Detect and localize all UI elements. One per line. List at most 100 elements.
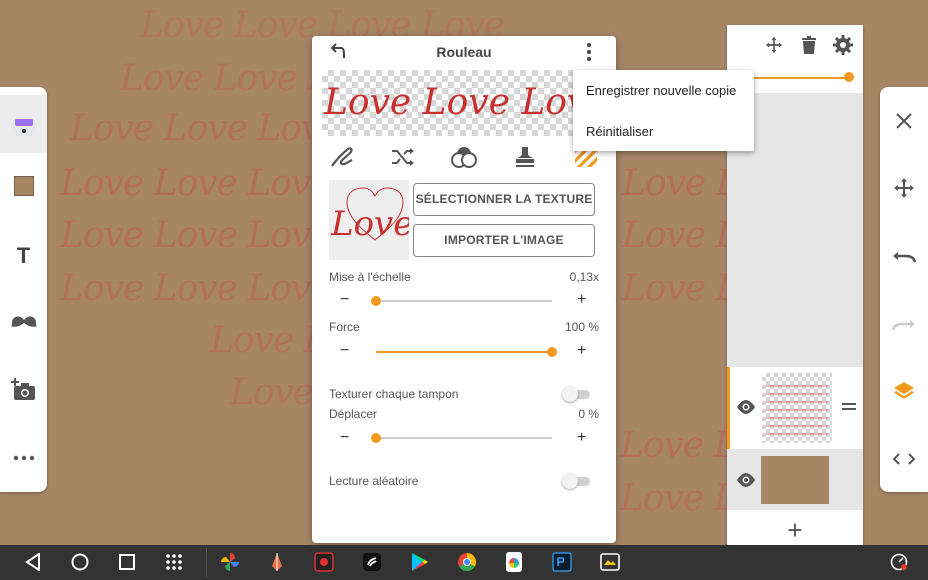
close-icon bbox=[896, 113, 912, 129]
mustache-icon bbox=[10, 316, 37, 327]
color-wheel-icon bbox=[506, 552, 522, 572]
color-app[interactable] bbox=[502, 551, 526, 573]
nav-back-button[interactable] bbox=[21, 551, 45, 573]
menu-item-reset[interactable]: Réinitialiser bbox=[586, 124, 653, 139]
force-slider-track[interactable] bbox=[376, 351, 552, 353]
scale-value: 0,13x bbox=[569, 270, 599, 284]
more-vertical-icon[interactable] bbox=[580, 42, 598, 62]
color-swatch bbox=[13, 176, 34, 196]
stroke-preview: Love Love Love Love bbox=[322, 70, 606, 136]
play-store-app[interactable] bbox=[408, 551, 432, 573]
menu-item-save-copy[interactable]: Enregistrer nouvelle copie bbox=[586, 83, 736, 98]
gear-icon[interactable] bbox=[833, 35, 853, 55]
brush-icon bbox=[10, 111, 37, 137]
stroke-icon bbox=[331, 147, 353, 167]
nav-home-button[interactable] bbox=[68, 551, 92, 573]
texture-thumbnail-text: Love bbox=[331, 204, 409, 244]
layer-thumbnail bbox=[761, 456, 829, 504]
trash-icon[interactable] bbox=[801, 36, 817, 54]
sticker-tool-button[interactable] bbox=[0, 293, 47, 351]
screenshot-icon bbox=[600, 553, 620, 571]
brush-tabs bbox=[322, 142, 606, 172]
move-label: Déplacer bbox=[329, 407, 378, 421]
eye-icon[interactable] bbox=[736, 400, 756, 414]
photos-app[interactable] bbox=[218, 551, 242, 573]
force-minus-button[interactable]: − bbox=[340, 342, 349, 360]
undo-icon bbox=[893, 252, 916, 263]
brush-tool-button[interactable] bbox=[0, 95, 47, 153]
code-button[interactable] bbox=[880, 439, 928, 479]
play-store-icon bbox=[412, 553, 428, 571]
screenshot-app[interactable] bbox=[598, 551, 622, 573]
notes-app[interactable] bbox=[360, 551, 384, 573]
eye-icon[interactable] bbox=[736, 473, 756, 487]
layers-button[interactable] bbox=[880, 371, 928, 411]
texture-thumbnail[interactable]: Love bbox=[329, 180, 409, 260]
random-play-switch[interactable] bbox=[562, 473, 590, 489]
add-layer-button[interactable]: + bbox=[727, 510, 863, 550]
more-horizontal-icon bbox=[13, 455, 34, 461]
text-icon: T bbox=[16, 243, 31, 268]
pen-app[interactable] bbox=[265, 551, 289, 573]
status-indicator[interactable] bbox=[887, 551, 911, 573]
scale-minus-button[interactable]: − bbox=[340, 291, 349, 309]
redo-icon bbox=[892, 320, 915, 331]
apps-grid-icon bbox=[166, 554, 182, 570]
force-slider-thumb[interactable] bbox=[547, 347, 557, 357]
move-slider-thumb[interactable] bbox=[371, 433, 381, 443]
photoshop-app[interactable] bbox=[550, 551, 574, 573]
move-slider-track[interactable] bbox=[376, 437, 552, 439]
plus-icon: + bbox=[787, 515, 803, 545]
move-minus-button[interactable]: − bbox=[340, 429, 349, 447]
select-texture-button[interactable]: SÉLECTIONNER LA TEXTURE bbox=[413, 183, 595, 216]
redo-button[interactable] bbox=[880, 304, 928, 344]
tab-stroke[interactable] bbox=[322, 142, 362, 172]
blend-icon bbox=[451, 147, 477, 168]
photoshop-icon bbox=[552, 552, 572, 572]
scale-slider-track[interactable] bbox=[376, 300, 552, 302]
move-icon[interactable] bbox=[765, 36, 783, 54]
overflow-menu: Enregistrer nouvelle copie Réinitialiser bbox=[573, 70, 754, 151]
drag-handle-icon[interactable] bbox=[842, 403, 856, 411]
dialog-title: Rouleau bbox=[436, 44, 492, 60]
layers-icon bbox=[894, 382, 914, 399]
shuffle-icon bbox=[392, 148, 414, 166]
photos-icon bbox=[221, 553, 239, 571]
tab-blend[interactable] bbox=[444, 142, 484, 172]
dock-separator bbox=[206, 548, 207, 577]
tab-shuffle[interactable] bbox=[383, 142, 423, 172]
move-icon bbox=[894, 178, 914, 198]
right-toolbar bbox=[880, 87, 928, 492]
nav-recents-button[interactable] bbox=[115, 551, 139, 573]
add-photo-button[interactable] bbox=[0, 361, 47, 419]
random-play-label: Lecture aléatoire bbox=[329, 474, 419, 488]
close-button[interactable] bbox=[880, 101, 928, 141]
text-tool-button[interactable]: T bbox=[0, 227, 47, 285]
color-swatch-button[interactable] bbox=[0, 157, 47, 215]
force-plus-button[interactable]: + bbox=[577, 342, 586, 360]
apps-grid-button[interactable] bbox=[162, 551, 186, 573]
left-toolbar: T bbox=[0, 87, 47, 492]
back-icon bbox=[25, 553, 40, 571]
home-icon bbox=[71, 553, 89, 571]
layer-item-texture[interactable] bbox=[727, 367, 863, 449]
system-nav-bar bbox=[0, 545, 928, 580]
texture-each-stamp-switch[interactable] bbox=[562, 386, 590, 402]
scale-slider-thumb[interactable] bbox=[371, 296, 381, 306]
notes-icon bbox=[363, 553, 381, 571]
recents-icon bbox=[119, 554, 135, 570]
chrome-app[interactable] bbox=[455, 551, 479, 573]
undo-button[interactable] bbox=[880, 236, 928, 276]
tab-stamp[interactable] bbox=[505, 142, 545, 172]
move-plus-button[interactable]: + bbox=[577, 429, 586, 447]
more-button[interactable] bbox=[0, 429, 47, 487]
scale-plus-button[interactable]: + bbox=[577, 291, 586, 309]
code-icon bbox=[893, 453, 915, 465]
screen-recorder-app[interactable] bbox=[312, 551, 336, 573]
camera-plus-icon bbox=[10, 378, 35, 400]
layer-thumbnail bbox=[762, 373, 832, 443]
speedometer-icon bbox=[890, 553, 908, 571]
move-button[interactable] bbox=[880, 168, 928, 208]
layers-panel-header bbox=[727, 25, 863, 65]
import-image-button[interactable]: IMPORTER L'IMAGE bbox=[413, 224, 595, 257]
